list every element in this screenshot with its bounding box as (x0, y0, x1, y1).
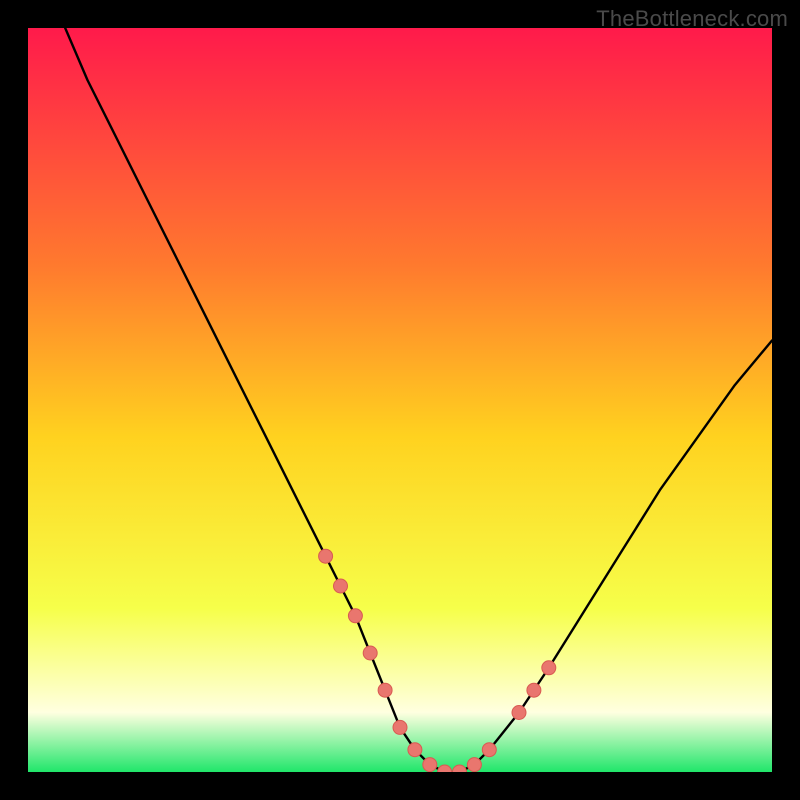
data-marker (408, 743, 422, 757)
data-marker (542, 661, 556, 675)
watermark-text: TheBottleneck.com (596, 6, 788, 32)
data-marker (363, 646, 377, 660)
data-marker (467, 758, 481, 772)
data-marker (319, 549, 333, 563)
data-marker (378, 683, 392, 697)
data-marker (512, 706, 526, 720)
data-marker (348, 609, 362, 623)
data-marker (334, 579, 348, 593)
data-marker (527, 683, 541, 697)
chart-frame (28, 28, 772, 772)
data-marker (393, 720, 407, 734)
bottleneck-chart (28, 28, 772, 772)
data-marker (482, 743, 496, 757)
gradient-bg (28, 28, 772, 772)
data-marker (423, 758, 437, 772)
